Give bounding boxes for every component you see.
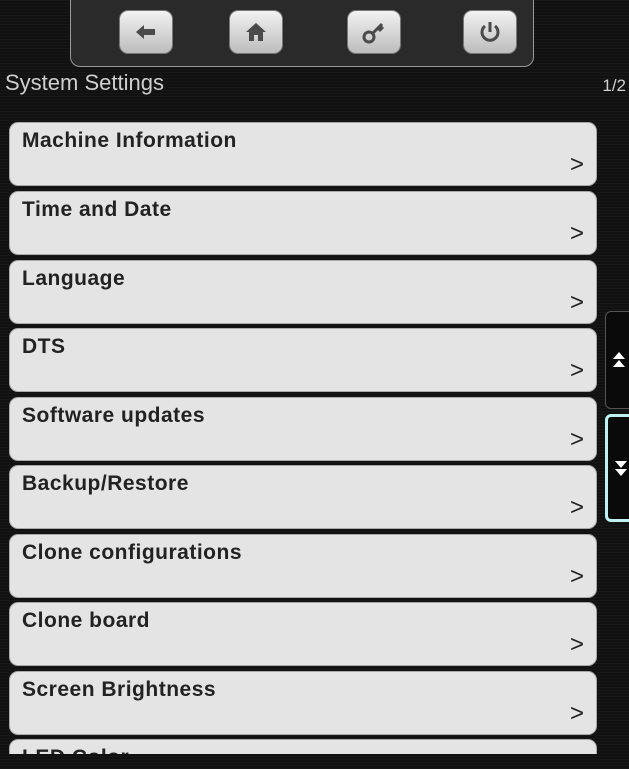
chevron-right-icon: > (569, 220, 584, 247)
menu-item-machine-information[interactable]: Machine Information > (9, 122, 597, 186)
scroll-up-button[interactable] (605, 311, 629, 409)
home-button[interactable] (229, 10, 283, 54)
chevron-right-icon: > (569, 426, 584, 453)
menu-item-software-updates[interactable]: Software updates > (9, 397, 597, 461)
top-toolbar (70, 0, 534, 67)
chevron-right-icon: > (569, 289, 584, 316)
menu-item-led-color[interactable]: LED Color > (9, 739, 597, 754)
double-chevron-up-icon (613, 352, 625, 367)
chevron-right-icon: > (569, 151, 584, 178)
back-button[interactable] (119, 10, 173, 54)
menu-item-language[interactable]: Language > (9, 260, 597, 324)
power-button[interactable] (463, 10, 517, 54)
menu-item-backup-restore[interactable]: Backup/Restore > (9, 465, 597, 529)
chevron-right-icon: > (569, 357, 584, 384)
page-title: System Settings (5, 70, 164, 95)
menu-item-label: Software updates (22, 404, 206, 427)
back-arrow-icon (136, 25, 155, 39)
chevron-right-icon: > (569, 494, 584, 521)
settings-list: Machine Information > Time and Date > La… (9, 122, 601, 754)
menu-item-screen-brightness[interactable]: Screen Brightness > (9, 671, 597, 735)
scroll-down-button[interactable] (605, 414, 629, 522)
chevron-right-icon: > (569, 631, 584, 658)
double-chevron-down-icon (615, 461, 627, 476)
page-indicator: 1/2 (602, 76, 626, 95)
menu-item-label: Clone board (22, 609, 151, 632)
menu-item-time-and-date[interactable]: Time and Date > (9, 191, 597, 255)
menu-item-clone-board[interactable]: Clone board > (9, 602, 597, 666)
key-button[interactable] (347, 10, 401, 54)
menu-item-label: Screen Brightness (22, 678, 217, 701)
key-icon (362, 22, 385, 44)
menu-item-label: Machine Information (22, 129, 237, 152)
power-icon (480, 22, 500, 42)
menu-item-clone-configurations[interactable]: Clone configurations > (9, 534, 597, 598)
menu-item-label: Backup/Restore (22, 472, 189, 495)
menu-item-label: LED Color (22, 746, 129, 754)
menu-item-label: Language (22, 267, 126, 290)
home-icon (246, 23, 266, 41)
chevron-right-icon: > (569, 700, 584, 727)
menu-item-label: Clone configurations (22, 541, 242, 564)
menu-item-label: DTS (22, 335, 66, 358)
menu-item-label: Time and Date (22, 198, 172, 221)
chevron-right-icon: > (569, 563, 584, 590)
menu-item-dts[interactable]: DTS > (9, 328, 597, 392)
